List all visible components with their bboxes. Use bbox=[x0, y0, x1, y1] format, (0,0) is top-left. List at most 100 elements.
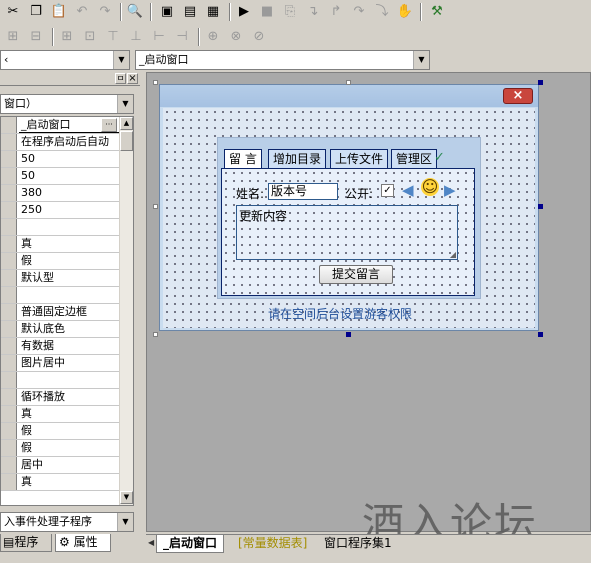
property-value[interactable]: 默认底色 bbox=[19, 321, 119, 337]
property-value[interactable]: 居中 bbox=[19, 457, 119, 473]
property-row[interactable]: 假 bbox=[1, 423, 133, 440]
paste-icon[interactable]: 📋 bbox=[50, 3, 68, 21]
center-both-icon[interactable]: ⊘ bbox=[250, 28, 268, 46]
property-row[interactable]: 默认底色 bbox=[1, 321, 133, 338]
form-window[interactable]: × 留 言 增加目录 上传文件 管理区 ✓ 姓名: 版本号 公开: ✓ ◀ ☺ … bbox=[159, 84, 539, 331]
property-row[interactable]: 50 bbox=[1, 151, 133, 168]
scroll-up-icon[interactable]: ▲ bbox=[120, 117, 133, 130]
panel-tab-program[interactable]: ▤程序 bbox=[0, 534, 52, 552]
layout-3-icon[interactable]: ▦ bbox=[204, 3, 222, 21]
property-row[interactable]: 假 bbox=[1, 440, 133, 457]
arrow-right-icon[interactable]: ▶ bbox=[444, 181, 456, 199]
property-row[interactable]: 250 bbox=[1, 202, 133, 219]
tab-startup-window[interactable]: _启动窗口 bbox=[156, 535, 225, 553]
center-vertical-icon[interactable]: ⊗ bbox=[227, 28, 245, 46]
layout-1-icon[interactable]: ▣ bbox=[158, 3, 176, 21]
smiley-icon[interactable]: ☺ bbox=[421, 178, 439, 196]
property-value[interactable]: 循环播放 bbox=[19, 389, 119, 405]
pin-button[interactable]: ㅁ bbox=[115, 73, 126, 84]
property-row[interactable]: 真 bbox=[1, 236, 133, 253]
property-value[interactable]: 假 bbox=[19, 440, 119, 456]
selection-handle[interactable] bbox=[538, 204, 543, 209]
property-row[interactable] bbox=[1, 287, 133, 304]
step-out-icon[interactable]: ↱ bbox=[327, 3, 345, 21]
chevron-down-icon[interactable]: ▼ bbox=[413, 51, 429, 69]
redo-icon[interactable]: ↷ bbox=[96, 3, 114, 21]
layout-2-icon[interactable]: ▤ bbox=[181, 3, 199, 21]
event-combo[interactable]: 入事件处理子程序 ▼ bbox=[0, 512, 134, 532]
arrow-left-icon[interactable]: ◀ bbox=[402, 181, 414, 199]
same-size-icon[interactable]: ⊥ bbox=[127, 28, 145, 46]
selection-handle[interactable] bbox=[153, 80, 158, 85]
selection-handle[interactable] bbox=[153, 204, 158, 209]
property-value[interactable]: 默认型 bbox=[19, 270, 119, 286]
property-value[interactable]: 在程序启动后自动 bbox=[19, 134, 119, 150]
property-row[interactable]: 380 bbox=[1, 185, 133, 202]
align-right-icon[interactable]: ⊞ bbox=[58, 28, 76, 46]
center-icon[interactable]: ⊕ bbox=[204, 28, 222, 46]
property-value[interactable] bbox=[19, 287, 119, 303]
property-row[interactable]: 居中 bbox=[1, 457, 133, 474]
property-value[interactable]: 380 bbox=[19, 185, 119, 201]
property-value[interactable]: 普通固定边框 bbox=[19, 304, 119, 320]
panel-tab-property[interactable]: ⚙ 属性 bbox=[55, 534, 111, 552]
scroll-thumb[interactable] bbox=[120, 131, 133, 151]
property-value[interactable] bbox=[19, 372, 119, 388]
align-center-icon[interactable]: ⊟ bbox=[27, 28, 45, 46]
property-value[interactable]: 真 bbox=[19, 474, 119, 490]
content-textarea[interactable]: 更新内容 ◢ bbox=[236, 205, 458, 260]
run-to-icon[interactable]: ⤵ bbox=[373, 3, 391, 21]
panel-close-button[interactable]: × bbox=[127, 73, 138, 84]
compile-icon[interactable]: ⚒ bbox=[428, 3, 446, 21]
step-over-icon[interactable]: ↷ bbox=[350, 3, 368, 21]
property-value[interactable]: 50 bbox=[19, 168, 119, 184]
tab-constants[interactable]: [常量数据表] bbox=[232, 535, 313, 553]
chevron-down-icon[interactable]: ▼ bbox=[117, 513, 133, 531]
property-row[interactable]: 图片居中 bbox=[1, 355, 133, 372]
nav-arrows[interactable]: ◀ bbox=[148, 538, 154, 547]
property-row[interactable] bbox=[1, 372, 133, 389]
property-value[interactable]: 50 bbox=[19, 151, 119, 167]
left-combo[interactable]: ‹ ▼ bbox=[0, 50, 130, 70]
hspace-icon[interactable]: ⊢ bbox=[150, 28, 168, 46]
property-row[interactable]: 有数据 bbox=[1, 338, 133, 355]
align-left-icon[interactable]: ⊞ bbox=[4, 28, 22, 46]
cut-icon[interactable]: ✂ bbox=[4, 3, 22, 21]
property-value[interactable]: 有数据 bbox=[19, 338, 119, 354]
window-combo[interactable]: _启动窗口 ▼ bbox=[135, 50, 430, 70]
property-ellipsis-button[interactable]: ··· bbox=[101, 118, 117, 132]
property-row[interactable]: 循环播放 bbox=[1, 389, 133, 406]
run-icon[interactable]: ▶ bbox=[235, 3, 253, 21]
copy-icon[interactable]: ❐ bbox=[27, 3, 45, 21]
property-value[interactable] bbox=[19, 219, 119, 235]
name-input[interactable]: 版本号 bbox=[268, 183, 338, 200]
property-row[interactable]: 在程序启动后自动 bbox=[1, 134, 133, 151]
submit-button[interactable]: 提交留言 bbox=[319, 265, 393, 284]
undo-icon[interactable]: ↶ bbox=[73, 3, 91, 21]
property-value[interactable]: 真 bbox=[19, 406, 119, 422]
tab-window-program-set[interactable]: 窗口程序集1 bbox=[318, 535, 398, 553]
selection-handle[interactable] bbox=[538, 80, 543, 85]
scroll-down-icon[interactable]: ▼ bbox=[120, 491, 133, 504]
tab-add-directory[interactable]: 增加目录 bbox=[268, 149, 327, 169]
property-row[interactable]: 普通固定边框 bbox=[1, 304, 133, 321]
stop-icon[interactable]: ■ bbox=[258, 3, 276, 21]
find-icon[interactable]: 🔍 bbox=[126, 3, 144, 21]
property-scrollbar[interactable]: ▲ ▼ bbox=[119, 117, 133, 505]
form-close-button[interactable]: × bbox=[503, 88, 533, 104]
property-row[interactable]: 假 bbox=[1, 253, 133, 270]
tab-admin[interactable]: 管理区 bbox=[391, 149, 438, 169]
selection-handle[interactable] bbox=[153, 332, 158, 337]
object-combo[interactable]: 窗口） ▼ bbox=[0, 94, 134, 114]
selection-handle[interactable] bbox=[538, 332, 543, 337]
property-value[interactable]: 250 bbox=[19, 202, 119, 218]
tab-upload-file[interactable]: 上传文件 bbox=[330, 149, 389, 169]
property-value[interactable]: 假 bbox=[19, 423, 119, 439]
footer-link[interactable]: 请在空间后台设置游客权限 bbox=[268, 305, 412, 322]
chevron-down-icon[interactable]: ▼ bbox=[117, 95, 133, 113]
property-row[interactable]: 真 bbox=[1, 406, 133, 423]
step-icon[interactable]: ⎘ bbox=[281, 3, 299, 21]
same-height-icon[interactable]: ⊤ bbox=[104, 28, 122, 46]
selection-handle[interactable] bbox=[346, 332, 351, 337]
property-row[interactable] bbox=[1, 219, 133, 236]
